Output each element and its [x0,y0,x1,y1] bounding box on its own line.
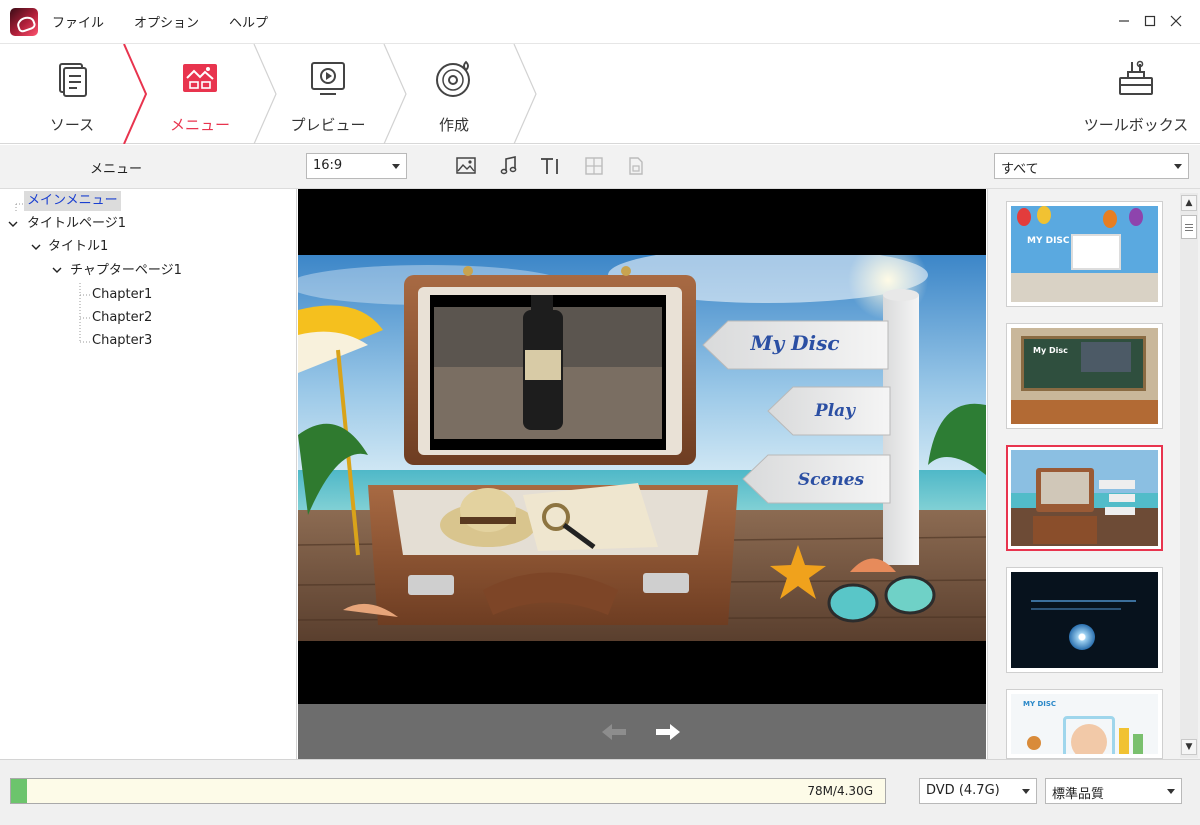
menu-file[interactable]: ファイル [52,12,104,31]
quality-value: 標準品質 [1052,787,1105,802]
menu-play-button[interactable]: Play [790,401,880,421]
step-toolbar: ソース メニュー プレビュー 作成 ツールボックス [0,43,1200,144]
toolbox-button[interactable]: ツールボックス [1072,44,1200,144]
tree-item-title[interactable]: タイトル1 [48,237,108,257]
text-icon [541,158,558,174]
step-preview[interactable]: プレビュー [264,44,392,144]
maximize-icon[interactable] [1138,10,1162,32]
template-thumb-label: MY DISC [1027,236,1070,246]
menu-options[interactable]: オプション [134,12,199,31]
add-text-button[interactable] [538,153,564,179]
template-filter-select[interactable]: すべて [994,153,1189,179]
step-menu[interactable]: メニュー [136,44,264,144]
template-thumb-label: My Disc [1033,346,1068,355]
close-icon[interactable] [1164,10,1188,32]
scroll-thumb[interactable] [1181,215,1197,239]
background-image-button[interactable] [453,153,479,179]
tree-item-title-page[interactable]: タイトルページ1 [27,214,126,234]
disc-capacity-bar: 78M/4.30G [10,778,886,804]
template-thumbnail[interactable] [1006,567,1163,673]
chevron-down-icon [392,164,400,169]
toolbox-icon [1119,60,1153,95]
tree-item-main-menu[interactable]: メインメニュー [24,191,121,211]
template-scrollbar[interactable]: ▲ ▼ [1180,193,1198,758]
app-logo [10,8,38,36]
step-menu-label: メニュー [169,116,230,134]
arrow-left-icon[interactable] [600,721,630,743]
background-music-button[interactable] [496,153,522,179]
preview-navigation-bar [298,704,986,759]
disc-burn-icon [436,60,470,97]
disc-type-value: DVD (4.7G) [926,783,1000,798]
template-panel: MY DISC My Disc MY DISC [987,189,1200,759]
scroll-down-icon[interactable]: ▼ [1181,739,1197,755]
page-icon [629,157,643,175]
menu-template-icon [183,64,217,92]
step-preview-label: プレビュー [290,116,366,134]
tree-item-chapter[interactable]: Chapter3 [92,331,152,351]
monitor-play-icon [311,62,345,95]
template-filter-value: すべて [1001,162,1039,177]
arrow-right-icon[interactable] [652,721,682,743]
template-thumbnail[interactable]: MY DISC [1006,201,1163,307]
chevron-down-icon [1022,789,1030,794]
aspect-ratio-value: 16:9 [313,158,343,173]
chapter-button[interactable] [623,153,649,179]
template-thumb-label: MY DISC [1023,700,1057,708]
step-source-label: ソース [49,116,95,134]
menu-tree: メインメニュー タイトルページ1 タイトル1 チャプターページ1 Chapter… [0,189,297,759]
left-panel-title: メニュー [90,162,143,177]
step-create[interactable]: 作成 [390,44,518,144]
disc-type-select[interactable]: DVD (4.7G) [919,778,1037,804]
menu-bar: ファイル オプション ヘルプ [52,12,298,31]
menu-template-scene [298,255,986,641]
window-controls [1110,10,1188,32]
image-icon [456,157,476,174]
scroll-up-icon[interactable]: ▲ [1181,195,1197,211]
capacity-fill [11,779,27,803]
chevron-down-icon [1174,164,1182,169]
status-bar: 78M/4.30G DVD (4.7G) 標準品質 [0,759,1200,825]
music-note-icon [500,156,517,175]
grid-layout-icon [585,157,603,175]
tree-item-chapter[interactable]: Chapter2 [92,308,152,328]
chevron-down-icon [1167,789,1175,794]
menu-help[interactable]: ヘルプ [229,12,268,31]
toolbox-label: ツールボックス [1083,116,1189,134]
tree-item-chapter[interactable]: Chapter1 [92,285,152,305]
quality-select[interactable]: 標準品質 [1045,778,1182,804]
aspect-ratio-select[interactable]: 16:9 [306,153,407,179]
layout-button[interactable] [581,153,607,179]
menu-title-button[interactable]: My Disc [735,331,855,355]
template-thumbnail[interactable]: MY DISC [1006,689,1163,759]
tree-item-chapter-page[interactable]: チャプターページ1 [70,261,182,281]
step-create-label: 作成 [438,116,469,134]
menu-preview: My Disc Play Scenes [298,189,986,704]
document-icon [59,63,87,97]
template-thumbnail-selected[interactable] [1006,445,1163,551]
minimize-icon[interactable] [1112,10,1136,32]
title-bar: ファイル オプション ヘルプ [0,0,1200,43]
template-thumbnail[interactable]: My Disc [1006,323,1163,429]
capacity-text: 78M/4.30G [807,784,873,798]
step-source[interactable]: ソース [8,44,136,144]
menu-scenes-button[interactable]: Scenes [776,470,886,490]
